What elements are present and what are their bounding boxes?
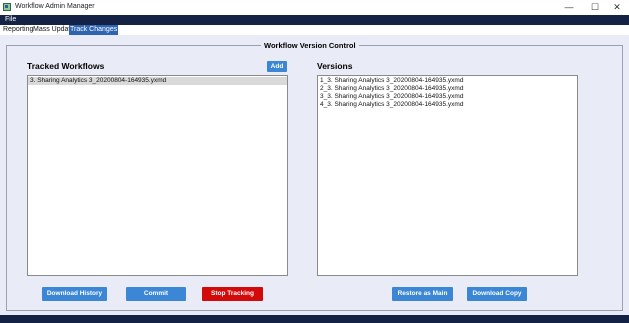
window-title: Workflow Admin Manager bbox=[15, 3, 95, 10]
tab-track-changes[interactable]: Track Changes bbox=[69, 25, 119, 35]
download-history-button[interactable]: Download History bbox=[42, 287, 107, 301]
app-icon bbox=[3, 3, 11, 11]
add-button[interactable]: Add bbox=[267, 61, 287, 72]
tab-bar: Reporting Mass Update Track Changes bbox=[0, 25, 629, 35]
title-bar: Workflow Admin Manager — ☐ ✕ bbox=[0, 0, 629, 14]
bottom-bar bbox=[0, 315, 629, 323]
version-item-1[interactable]: 1_3. Sharing Analytics 3_20200804-164935… bbox=[318, 77, 577, 85]
group-legend: Workflow Version Control bbox=[261, 41, 359, 50]
maximize-icon[interactable]: ☐ bbox=[586, 1, 604, 13]
tracked-workflows-title: Tracked Workflows bbox=[27, 61, 105, 71]
download-copy-button[interactable]: Download Copy bbox=[467, 287, 527, 301]
menu-file[interactable]: File bbox=[5, 16, 16, 24]
versions-title: Versions bbox=[317, 61, 353, 71]
minimize-icon[interactable]: — bbox=[560, 1, 578, 13]
tracked-workflow-item[interactable]: 3. Sharing Analytics 3_20200804-164935.y… bbox=[28, 77, 287, 85]
tab-reporting[interactable]: Reporting bbox=[2, 25, 34, 35]
menu-bar: File bbox=[0, 15, 629, 25]
version-item-4[interactable]: 4_3. Sharing Analytics 3_20200804-164935… bbox=[318, 101, 577, 109]
tracked-workflows-list[interactable]: 3. Sharing Analytics 3_20200804-164935.y… bbox=[27, 75, 288, 276]
version-item-3[interactable]: 3_3. Sharing Analytics 3_20200804-164935… bbox=[318, 93, 577, 101]
stop-tracking-button[interactable]: Stop Tracking bbox=[202, 287, 263, 301]
commit-button[interactable]: Commit bbox=[126, 287, 186, 301]
restore-as-main-button[interactable]: Restore as Main bbox=[392, 287, 453, 301]
version-item-2[interactable]: 2_3. Sharing Analytics 3_20200804-164935… bbox=[318, 85, 577, 93]
close-icon[interactable]: ✕ bbox=[608, 1, 626, 13]
versions-list[interactable]: 1_3. Sharing Analytics 3_20200804-164935… bbox=[317, 75, 578, 276]
